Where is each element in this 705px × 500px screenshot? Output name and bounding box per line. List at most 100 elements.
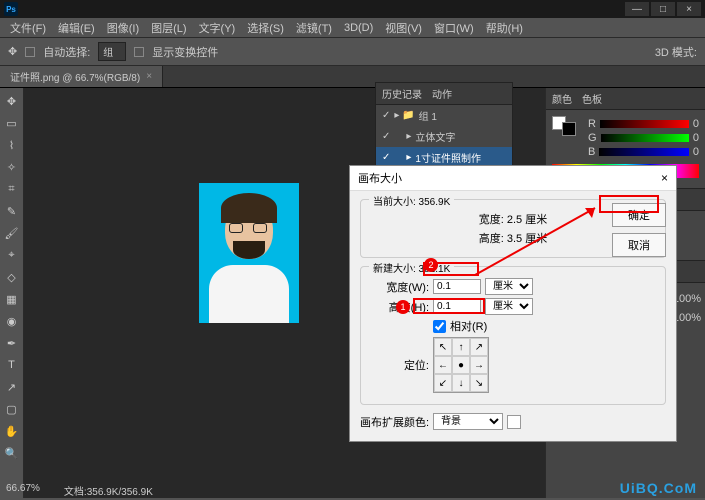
- action-item[interactable]: ✓▸ 📁组 1: [376, 105, 512, 126]
- ps-logo-icon: Ps: [4, 2, 18, 16]
- photo-shirt: [209, 265, 289, 323]
- pen-tool[interactable]: ✒: [1, 333, 23, 353]
- r-value: 0: [693, 118, 699, 130]
- lasso-tool[interactable]: ⌇: [1, 135, 23, 155]
- anchor-grid[interactable]: ↖↑↗ ←●→ ↙↓↘: [433, 337, 489, 393]
- r-slider[interactable]: [600, 120, 689, 128]
- marquee-tool[interactable]: ▭: [1, 113, 23, 133]
- action-item[interactable]: ✓▸立体文字: [376, 126, 512, 147]
- blur-tool[interactable]: ◉: [1, 311, 23, 331]
- ok-button[interactable]: 确定: [612, 203, 666, 227]
- r-label: R: [588, 118, 596, 130]
- photo-glasses: [229, 223, 269, 233]
- id-photo-canvas: [199, 183, 299, 323]
- stamp-tool[interactable]: ⌖: [1, 245, 23, 265]
- mode-3d-label: 3D 模式:: [655, 44, 697, 60]
- color-panel-tabs: 颜色 色板: [546, 88, 705, 110]
- extension-color-select[interactable]: 背景: [433, 413, 503, 430]
- relative-label: 相对(R): [450, 318, 487, 334]
- close-window-button[interactable]: ×: [677, 2, 701, 16]
- tab-close-icon[interactable]: ×: [146, 71, 152, 82]
- toolbox: ✥ ▭ ⌇ ✧ ⌗ ✎ 🖌 ⌖ ◇ ▦ ◉ ✒ T ↗ ▢ ✋ 🔍: [0, 88, 24, 498]
- menu-3d[interactable]: 3D(D): [340, 20, 377, 36]
- auto-select-label: 自动选择:: [43, 44, 90, 60]
- show-transform-checkbox[interactable]: [134, 47, 144, 57]
- menu-window[interactable]: 窗口(W): [430, 18, 478, 38]
- fill-value[interactable]: 100%: [673, 312, 701, 324]
- show-transform-label: 显示变换控件: [152, 44, 218, 60]
- new-size-group: 新建大小: 382.1K 宽度(W): 厘米 高度(H): 厘米 相对(R) 定…: [360, 266, 666, 405]
- window-controls: — □ ×: [625, 2, 701, 16]
- cancel-button[interactable]: 取消: [612, 233, 666, 257]
- menu-filter[interactable]: 滤镜(T): [292, 18, 336, 38]
- dialog-title-text: 画布大小: [358, 170, 402, 186]
- move-tool[interactable]: ✥: [1, 91, 23, 111]
- tab-swatches[interactable]: 色板: [582, 91, 602, 106]
- menu-layer[interactable]: 图层(L): [147, 18, 190, 38]
- menu-bar: 文件(F) 编辑(E) 图像(I) 图层(L) 文字(Y) 选择(S) 滤镜(T…: [0, 18, 705, 38]
- minimize-button[interactable]: —: [625, 2, 649, 16]
- maximize-button[interactable]: □: [651, 2, 675, 16]
- extension-color-swatch[interactable]: [507, 415, 521, 429]
- wand-tool[interactable]: ✧: [1, 157, 23, 177]
- doc-size: 文档:356.9K/356.9K: [64, 483, 153, 498]
- g-label: G: [588, 132, 597, 144]
- eraser-tool[interactable]: ◇: [1, 267, 23, 287]
- document-tab-title: 证件照.png @ 66.7%(RGB/8): [10, 69, 140, 84]
- dialog-titlebar[interactable]: 画布大小 ×: [350, 166, 676, 191]
- bg-color-swatch[interactable]: [562, 122, 576, 136]
- document-tab[interactable]: 证件照.png @ 66.7%(RGB/8) ×: [0, 66, 163, 87]
- move-tool-icon: ✥: [8, 45, 17, 58]
- menu-edit[interactable]: 编辑(E): [54, 18, 99, 38]
- height-unit-select[interactable]: 厘米: [485, 298, 533, 315]
- zoom-level[interactable]: 66.67%: [6, 483, 40, 498]
- width-unit-select[interactable]: 厘米: [485, 278, 533, 295]
- relative-checkbox[interactable]: [433, 320, 446, 333]
- height-input[interactable]: [433, 299, 481, 314]
- b-value: 0: [693, 146, 699, 158]
- width-label: 宽度(W):: [371, 279, 429, 295]
- auto-select-checkbox[interactable]: [25, 47, 35, 57]
- tab-color[interactable]: 颜色: [552, 91, 572, 106]
- current-size-legend: 当前大小: 356.9K: [369, 193, 454, 208]
- opacity-value[interactable]: 100%: [673, 293, 701, 305]
- photo-beard: [233, 241, 265, 259]
- status-bar: 66.67% 文档:356.9K/356.9K: [6, 483, 153, 498]
- hand-tool[interactable]: ✋: [1, 421, 23, 441]
- menu-image[interactable]: 图像(I): [103, 18, 143, 38]
- b-label: B: [588, 146, 595, 158]
- options-bar: ✥ 自动选择: 组 显示变换控件 3D 模式:: [0, 38, 705, 66]
- new-size-legend: 新建大小: 382.1K: [369, 260, 454, 275]
- gradient-tool[interactable]: ▦: [1, 289, 23, 309]
- eyedropper-tool[interactable]: ✎: [1, 201, 23, 221]
- crop-tool[interactable]: ⌗: [1, 179, 23, 199]
- document-tabbar: 证件照.png @ 66.7%(RGB/8) ×: [0, 66, 705, 88]
- current-width: 宽度: 2.5 厘米: [479, 211, 547, 227]
- menu-select[interactable]: 选择(S): [243, 18, 288, 38]
- window-titlebar: Ps — □ ×: [0, 0, 705, 18]
- watermark: UiBQ.CoM: [620, 480, 697, 496]
- shape-tool[interactable]: ▢: [1, 399, 23, 419]
- menu-help[interactable]: 帮助(H): [482, 18, 527, 38]
- zoom-tool[interactable]: 🔍: [1, 443, 23, 463]
- tab-actions[interactable]: 动作: [432, 86, 452, 101]
- path-tool[interactable]: ↗: [1, 377, 23, 397]
- photo-hair: [221, 193, 277, 223]
- b-slider[interactable]: [599, 148, 689, 156]
- dialog-close-button[interactable]: ×: [661, 171, 668, 185]
- menu-view[interactable]: 视图(V): [381, 18, 426, 38]
- g-value: 0: [693, 132, 699, 144]
- annotation-number-1: 1: [396, 300, 410, 314]
- g-slider[interactable]: [601, 134, 689, 142]
- menu-type[interactable]: 文字(Y): [195, 18, 240, 38]
- auto-select-dropdown[interactable]: 组: [98, 42, 126, 61]
- current-height: 高度: 3.5 厘米: [479, 230, 547, 246]
- tab-history[interactable]: 历史记录: [382, 86, 422, 101]
- brush-tool[interactable]: 🖌: [1, 223, 23, 243]
- anchor-label: 定位:: [371, 357, 429, 373]
- extension-color-label: 画布扩展颜色:: [360, 414, 429, 430]
- text-tool[interactable]: T: [1, 355, 23, 375]
- width-input[interactable]: [433, 279, 481, 294]
- menu-file[interactable]: 文件(F): [6, 18, 50, 38]
- annotation-number-2: 2: [424, 258, 438, 272]
